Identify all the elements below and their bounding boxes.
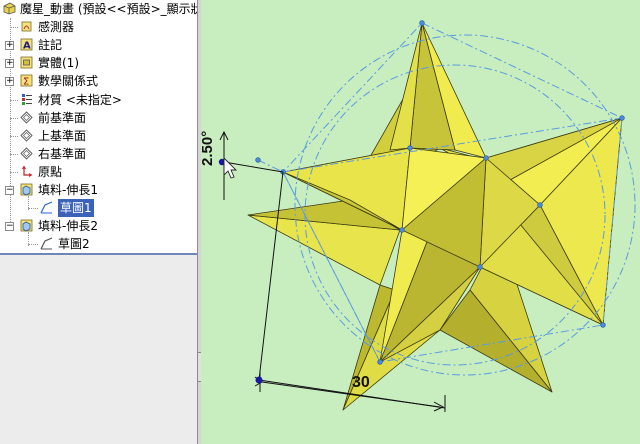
equation-icon: Σ	[20, 74, 33, 87]
tree-item-sketch1[interactable]: 草圖1	[0, 199, 197, 217]
tree-item-label: 前基準面	[38, 111, 87, 125]
length-dimension-label[interactable]: 30	[352, 374, 370, 392]
tree-item-extrude1[interactable]: − 填料-伸長1	[0, 181, 197, 199]
expand-plus-icon[interactable]: +	[5, 41, 14, 50]
tree-item-right-plane[interactable]: 右基準面	[0, 145, 197, 163]
collapse-minus-icon[interactable]: −	[5, 186, 14, 195]
tree-item-label: 上基準面	[38, 129, 87, 143]
svg-text:A: A	[23, 41, 31, 52]
tree-item-label: 數學關係式	[38, 74, 99, 88]
mouse-pointer-icon	[223, 156, 238, 179]
tree-item-equations[interactable]: + Σ 數學關係式	[0, 72, 197, 90]
tree-item-label: 實體(1)	[38, 56, 79, 70]
sketch-origin-point	[255, 376, 263, 384]
tree-item-sketch2[interactable]: 草圖2	[0, 235, 197, 253]
annotation-icon: A	[20, 38, 33, 51]
graphics-viewport[interactable]: 2.50° 30	[199, 0, 640, 444]
tree-item-material[interactable]: 材質 <未指定>	[0, 91, 197, 109]
solid-body-icon	[20, 56, 33, 69]
material-icon	[22, 94, 32, 105]
tree-item-extrude2[interactable]: − 填料-伸長2	[0, 217, 197, 235]
feature-manager-tree: 魔星_動畫 (預設<<預設>_顯示狀 感測器 + A 註記 + 實體(1) + …	[0, 0, 197, 444]
tree-root-label: 魔星_動畫 (預設<<預設>_顯示狀	[20, 2, 197, 16]
tree-item-label: 右基準面	[38, 147, 87, 161]
tree-item-solid-bodies[interactable]: + 實體(1)	[0, 54, 197, 72]
tree-item-front-plane[interactable]: 前基準面	[0, 109, 197, 127]
tree-item-top-plane[interactable]: 上基準面	[0, 127, 197, 145]
tree-item-origin[interactable]: 原點	[0, 163, 197, 181]
part-icon	[3, 2, 16, 15]
tree-panel-separator	[0, 253, 197, 255]
tree-item-label-selected: 草圖1	[58, 199, 94, 217]
tree-item-annotations[interactable]: + A 註記	[0, 36, 197, 54]
extrude-icon	[20, 219, 33, 232]
angle-dimension-label[interactable]: 2.50°	[199, 131, 216, 166]
tree-item-label: 註記	[38, 38, 63, 52]
extrude-icon	[20, 183, 33, 196]
expand-plus-icon[interactable]: +	[5, 77, 14, 86]
tree-item-label: 原點	[38, 165, 63, 179]
tree-item-label: 材質 <未指定>	[38, 93, 122, 107]
star-model	[247, 22, 623, 411]
tree-lower-panel	[0, 254, 197, 444]
sketch-icon	[40, 237, 53, 250]
sensor-icon	[21, 21, 32, 32]
tree-item-label: 填料-伸長1	[38, 183, 98, 197]
collapse-minus-icon[interactable]: −	[5, 222, 14, 231]
model-view	[218, 20, 636, 412]
svg-text:Σ: Σ	[23, 77, 29, 88]
tree-item-label: 填料-伸長2	[38, 219, 98, 233]
expand-plus-icon[interactable]: +	[5, 59, 14, 68]
plane-icon	[20, 129, 33, 142]
plane-icon	[20, 147, 33, 160]
tree-root[interactable]: 魔星_動畫 (預設<<預設>_顯示狀	[0, 0, 197, 18]
origin-icon	[22, 165, 33, 177]
plane-icon	[20, 111, 33, 124]
sketch-icon	[40, 201, 53, 214]
tree-item-label: 感測器	[38, 20, 75, 34]
tree-item-label: 草圖2	[58, 237, 90, 251]
tree-item-sensors[interactable]: 感測器	[0, 18, 197, 36]
